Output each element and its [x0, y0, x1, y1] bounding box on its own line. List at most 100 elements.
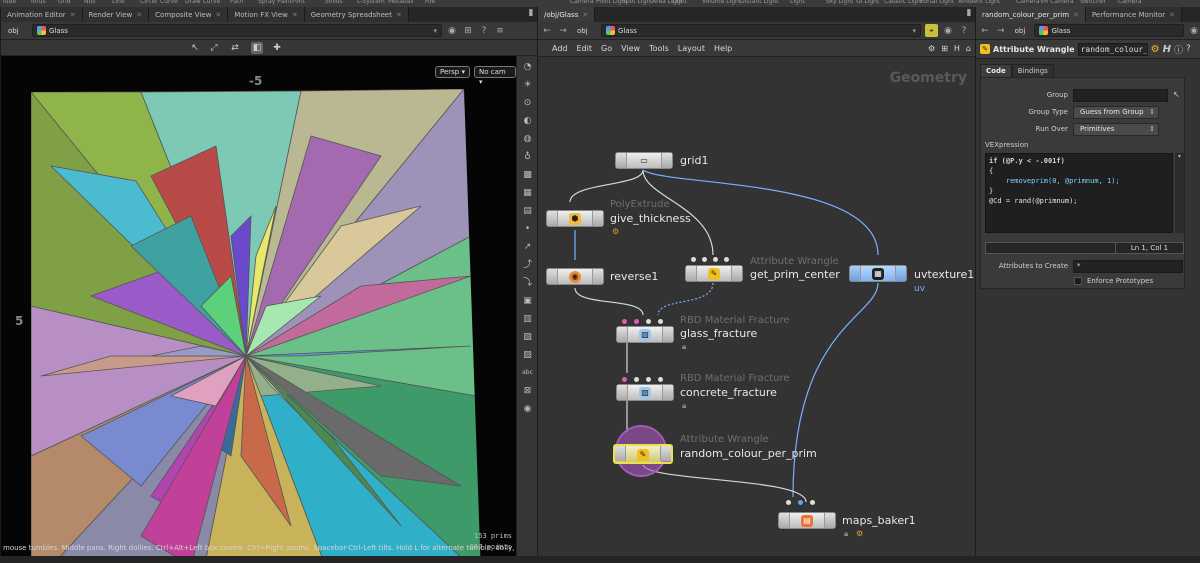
- close-icon[interactable]: ✕: [70, 8, 76, 22]
- prim-numbers-icon[interactable]: ▧: [521, 330, 535, 344]
- shelf-tool-label[interactable]: Switcher: [1080, 0, 1106, 5]
- toolbar-icon[interactable]: ≡: [494, 25, 506, 37]
- close-icon[interactable]: ✕: [1169, 8, 1175, 22]
- close-icon[interactable]: ✕: [292, 8, 298, 22]
- close-icon[interactable]: ✕: [582, 8, 588, 22]
- shelf-tool-label[interactable]: Camera: [570, 0, 594, 5]
- shelf-tool-label[interactable]: VR Camera: [1040, 0, 1074, 5]
- handle-tool-icon[interactable]: ✚: [271, 42, 283, 54]
- menu-help[interactable]: Help: [714, 44, 732, 53]
- close-icon[interactable]: ✕: [136, 8, 142, 22]
- light-bulb-icon[interactable]: ♁: [521, 150, 535, 164]
- network-toolbar-icon[interactable]: ⊞: [941, 44, 948, 53]
- path-field[interactable]: Glass ▾: [601, 24, 921, 37]
- node-concrete-fracture[interactable]: ▧: [616, 384, 674, 401]
- pin-icon[interactable]: ◉: [1188, 25, 1200, 37]
- transform-tool-icon[interactable]: ⤢: [208, 42, 220, 54]
- node-maps-baker1[interactable]: ▤: [778, 512, 836, 529]
- link-icon[interactable]: ◉: [942, 25, 954, 37]
- network-canvas[interactable]: Geometry ▭ grid1 PolyExtrude ⬢ give_thic…: [538, 57, 975, 556]
- pane-menu-icon[interactable]: ▮: [525, 7, 537, 19]
- shelf-tool-label[interactable]: Portal Light: [920, 0, 954, 5]
- templates-icon[interactable]: ▤: [521, 204, 535, 218]
- shelf-tool-label[interactable]: GI Light: [856, 0, 879, 5]
- prim-normals-icon[interactable]: ⤵: [521, 276, 535, 290]
- vex-code-editor[interactable]: if (@P.y < -.001f) { removeprim(0, @primn…: [985, 153, 1173, 233]
- tab-parameters[interactable]: random_colour_per_prim ✕: [976, 7, 1086, 22]
- menu-layout[interactable]: Layout: [678, 44, 705, 53]
- pin-icon[interactable]: ⌖: [925, 24, 938, 37]
- path-field[interactable]: Glass: [1034, 24, 1185, 37]
- help-icon[interactable]: ?: [958, 25, 970, 37]
- pose-tool-icon[interactable]: ⇄: [229, 42, 241, 54]
- tab-geometry-spreadsheet[interactable]: Geometry Spreadsheet ✕: [304, 7, 409, 22]
- vertex-numbers-icon[interactable]: ▨: [521, 348, 535, 362]
- shelf-tool-label[interactable]: Spray Paint: [258, 0, 292, 5]
- group-type-menu[interactable]: Guess from Group ⇕: [1073, 106, 1159, 119]
- tab-render-view[interactable]: Render View ✕: [82, 7, 150, 22]
- shelf-tool-label[interactable]: L-System: [357, 0, 385, 5]
- cam-dropdown[interactable]: No cam ▾: [474, 66, 516, 86]
- shelf-tool-label[interactable]: Path: [230, 0, 243, 5]
- path-field[interactable]: Glass ▾: [32, 24, 442, 37]
- shelf-tool-label[interactable]: Circle: [140, 0, 157, 5]
- back-arrow-icon[interactable]: ←: [979, 25, 991, 37]
- select-arrow-icon[interactable]: ↖: [1173, 90, 1180, 99]
- pane-menu-icon[interactable]: ▮: [963, 7, 975, 19]
- link-icon[interactable]: ⊞: [462, 25, 474, 37]
- background-icon[interactable]: ▩: [521, 168, 535, 182]
- abc-text-icon[interactable]: abc: [521, 366, 535, 380]
- network-toolbar-icon[interactable]: H: [954, 44, 960, 53]
- wireframe-icon[interactable]: ◍: [521, 132, 535, 146]
- select-tool-icon[interactable]: ↖: [189, 42, 201, 54]
- shelf-tool-label[interactable]: Null: [84, 0, 96, 5]
- close-icon[interactable]: ✕: [1073, 8, 1079, 22]
- shelf-tool-label[interactable]: Torus: [30, 0, 46, 5]
- shelf-tool-label[interactable]: Caustic Light: [884, 0, 923, 5]
- attrs-field[interactable]: *: [1073, 260, 1183, 273]
- shelf-tool-label[interactable]: File: [425, 0, 435, 5]
- node-glass-fracture[interactable]: ▧: [616, 326, 674, 343]
- shelf-tool-label[interactable]: Font: [292, 0, 305, 5]
- point-icon[interactable]: •: [521, 222, 535, 236]
- tab-performance-monitor[interactable]: Performance Monitor ✕: [1085, 7, 1182, 22]
- node-uvtexture1[interactable]: ▦: [849, 265, 907, 282]
- shelf-tool-label[interactable]: Light: [672, 0, 687, 5]
- shelf-tool-label[interactable]: Tube: [2, 0, 16, 5]
- shelf-tool-label[interactable]: Ambient Light: [958, 0, 1000, 5]
- node-give-thickness[interactable]: ⬢: [546, 210, 604, 227]
- help-icon[interactable]: ?: [1186, 44, 1191, 54]
- node-reverse1[interactable]: ◉: [546, 268, 604, 285]
- menu-add[interactable]: Add: [552, 44, 568, 53]
- menu-view[interactable]: View: [621, 44, 640, 53]
- back-arrow-icon[interactable]: ←: [541, 25, 553, 37]
- node-name-field[interactable]: random_colour_per_prim: [1077, 42, 1148, 56]
- lighting-icon[interactable]: ☀: [521, 78, 535, 92]
- shelf-tool-label[interactable]: Volume Light: [702, 0, 741, 5]
- help-icon[interactable]: H: [1163, 44, 1171, 55]
- tab-obj-glass[interactable]: /obj/Glass ✕: [538, 7, 596, 22]
- path-root[interactable]: obj: [1011, 24, 1031, 37]
- network-toolbar-icon[interactable]: ⌂: [966, 44, 971, 53]
- help-icon[interactable]: ?: [478, 25, 490, 37]
- group-field[interactable]: [1073, 89, 1168, 102]
- shelf-tool-label[interactable]: Line: [112, 0, 125, 5]
- point-normals-icon[interactable]: ⤴: [521, 258, 535, 272]
- ghost-icon[interactable]: ▦: [521, 186, 535, 200]
- chevron-down-icon[interactable]: ▾: [1175, 153, 1184, 160]
- shelf-tool-label[interactable]: Sky Light: [826, 0, 854, 5]
- menu-tools[interactable]: Tools: [649, 44, 669, 53]
- node-get-prim-center[interactable]: ✎: [685, 265, 743, 282]
- tab-bindings[interactable]: Bindings: [1011, 64, 1054, 78]
- forward-arrow-icon[interactable]: →: [557, 25, 569, 37]
- shelf-tool-label[interactable]: Grid: [58, 0, 71, 5]
- menu-go[interactable]: Go: [601, 44, 612, 53]
- visualizer-icon[interactable]: ◉: [521, 402, 535, 416]
- tab-motion-fx-view[interactable]: Motion FX View ✕: [228, 7, 305, 22]
- viewport-3d[interactable]: Persp ▾ No cam ▾ -5 5 153 prims mouse tu…: [1, 56, 516, 556]
- info-icon[interactable]: ⓘ: [1174, 43, 1183, 56]
- shelf-tool-label[interactable]: Camera: [1016, 0, 1040, 5]
- camera-dropdown[interactable]: Persp ▾: [435, 66, 470, 78]
- pin-icon[interactable]: ◉: [446, 25, 458, 37]
- point-numbers-icon[interactable]: ▥: [521, 312, 535, 326]
